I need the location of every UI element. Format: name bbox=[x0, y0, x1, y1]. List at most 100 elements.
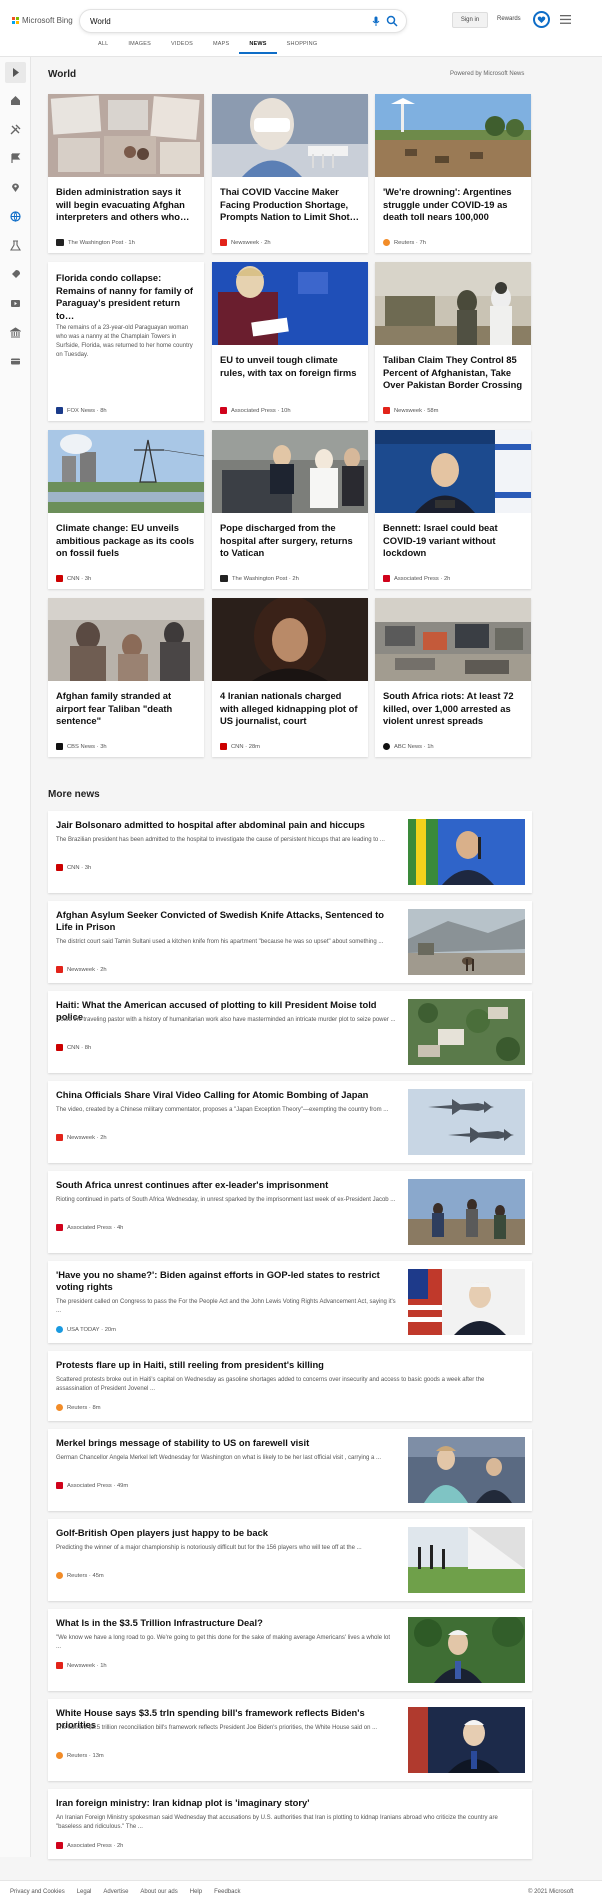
news-item-title[interactable]: What Is in the $3.5 Trillion Infrastruct… bbox=[56, 1617, 396, 1629]
news-list-item[interactable]: Haiti: What the American accused of plot… bbox=[48, 991, 532, 1073]
news-list-item[interactable]: 'Have you no shame?': Biden against effo… bbox=[48, 1261, 532, 1343]
news-list-item[interactable]: Iran foreign ministry: Iran kidnap plot … bbox=[48, 1789, 532, 1859]
news-list-item[interactable]: White House says $3.5 trln spending bill… bbox=[48, 1699, 532, 1781]
footer-link-about-ads[interactable]: About our ads bbox=[140, 1889, 177, 1895]
news-card-source: The Washington Post · 1h bbox=[56, 239, 135, 246]
bank-icon[interactable] bbox=[10, 327, 21, 338]
news-card[interactable]: Taliban Claim They Control 85 Percent of… bbox=[375, 262, 531, 421]
news-item-source: USA TODAY · 20m bbox=[56, 1326, 116, 1333]
sidebar-expand-button[interactable] bbox=[5, 62, 26, 83]
news-card[interactable]: South Africa riots: At least 72 killed, … bbox=[375, 598, 531, 757]
news-card[interactable]: Pope discharged from the hospital after … bbox=[212, 430, 368, 589]
source-name: Newsweek bbox=[67, 966, 96, 973]
top-bar: Microsoft Bing Sign in Rewards All Image… bbox=[0, 0, 602, 56]
footer-link-feedback[interactable]: Feedback bbox=[214, 1889, 240, 1895]
tab-all[interactable]: All bbox=[88, 38, 118, 54]
news-item-source: Reuters · 8m bbox=[56, 1404, 101, 1411]
news-list-item[interactable]: China Officials Share Viral Video Callin… bbox=[48, 1081, 532, 1163]
news-card-title[interactable]: Florida condo collapse: Remains of nanny… bbox=[56, 272, 196, 322]
hamburger-menu-icon[interactable] bbox=[560, 15, 571, 24]
news-card-title[interactable]: Thai COVID Vaccine Maker Facing Producti… bbox=[220, 186, 360, 224]
news-item-title[interactable]: 'Have you no shame?': Biden against effo… bbox=[56, 1269, 396, 1293]
page-footer: Privacy and Cookies Legal Advertise Abou… bbox=[0, 1880, 602, 1903]
footer-link-legal[interactable]: Legal bbox=[77, 1889, 92, 1895]
footer-link-advertise[interactable]: Advertise bbox=[103, 1889, 128, 1895]
search-box[interactable] bbox=[80, 10, 406, 32]
news-card-title[interactable]: Afghan family stranded at airport fear T… bbox=[56, 690, 196, 728]
news-card-source: Reuters · 7h bbox=[383, 239, 426, 246]
news-card[interactable]: 'We're drowning': Argentines struggle un… bbox=[375, 94, 531, 253]
news-thumbnail bbox=[408, 819, 525, 885]
news-item-description: German Chancellor Angela Merkel left Wed… bbox=[56, 1455, 382, 1461]
news-list-item[interactable]: Merkel brings message of stability to US… bbox=[48, 1429, 532, 1511]
news-thumbnail bbox=[408, 1527, 525, 1593]
source-time: 3h bbox=[84, 864, 92, 871]
news-item-title[interactable]: China Officials Share Viral Video Callin… bbox=[56, 1089, 396, 1101]
news-item-source: Newsweek · 1h bbox=[56, 1662, 107, 1669]
news-list-item[interactable]: Afghan Asylum Seeker Convicted of Swedis… bbox=[48, 901, 532, 983]
news-item-title[interactable]: South Africa unrest continues after ex-l… bbox=[56, 1179, 396, 1191]
news-card-title[interactable]: South Africa riots: At least 72 killed, … bbox=[383, 690, 523, 728]
news-item-title[interactable]: Iran foreign ministry: Iran kidnap plot … bbox=[56, 1797, 516, 1809]
money-icon[interactable] bbox=[10, 356, 21, 367]
tab-maps[interactable]: Maps bbox=[203, 38, 239, 54]
tab-shopping[interactable]: Shopping bbox=[277, 38, 328, 54]
tab-images[interactable]: Images bbox=[118, 38, 161, 54]
news-card[interactable]: 4 Iranian nationals charged with alleged… bbox=[212, 598, 368, 757]
source-name: Associated Press bbox=[67, 1842, 112, 1849]
home-icon[interactable] bbox=[10, 95, 21, 106]
news-card-title[interactable]: Climate change: EU unveils ambitious pac… bbox=[56, 522, 196, 560]
news-item-title[interactable]: Golf-British Open players just happy to … bbox=[56, 1527, 396, 1539]
sign-in-button[interactable]: Sign in bbox=[452, 12, 488, 28]
news-item-title[interactable]: Merkel brings message of stability to US… bbox=[56, 1437, 396, 1449]
news-card[interactable]: Bennett: Israel could beat COVID-19 vari… bbox=[375, 430, 531, 589]
news-card-title[interactable]: 4 Iranian nationals charged with alleged… bbox=[220, 690, 360, 728]
news-card[interactable]: EU to unveil tough climate rules, with t… bbox=[212, 262, 368, 421]
search-input[interactable] bbox=[90, 14, 340, 28]
source-name: Associated Press bbox=[67, 1224, 112, 1231]
science-icon[interactable] bbox=[10, 240, 21, 251]
tools-icon[interactable] bbox=[10, 124, 21, 135]
rocket-icon[interactable] bbox=[10, 269, 21, 280]
news-item-title[interactable]: Jair Bolsonaro admitted to hospital afte… bbox=[56, 819, 396, 831]
news-card[interactable]: Florida condo collapse: Remains of nanny… bbox=[48, 262, 204, 421]
news-card[interactable]: Thai COVID Vaccine Maker Facing Producti… bbox=[212, 94, 368, 253]
bing-logo[interactable]: Microsoft Bing bbox=[12, 16, 73, 25]
globe-icon[interactable] bbox=[10, 211, 21, 222]
search-icon[interactable] bbox=[386, 15, 398, 27]
news-item-description: Scattered protests broke out in Haiti's … bbox=[56, 1377, 485, 1392]
rewards-badge-icon[interactable] bbox=[533, 11, 550, 28]
source-time: 4h bbox=[116, 1224, 124, 1231]
news-list-item[interactable]: Protests flare up in Haiti, still reelin… bbox=[48, 1351, 532, 1421]
tab-videos[interactable]: Videos bbox=[161, 38, 203, 54]
header-divider bbox=[0, 56, 602, 57]
news-card[interactable]: Afghan family stranded at airport fear T… bbox=[48, 598, 204, 757]
location-icon[interactable] bbox=[10, 182, 21, 193]
news-card-title[interactable]: Biden administration says it will begin … bbox=[56, 186, 196, 224]
source-name: CNN bbox=[67, 864, 80, 871]
news-card-source: Associated Press · 2h bbox=[383, 575, 450, 582]
news-card-title[interactable]: Pope discharged from the hospital after … bbox=[220, 522, 360, 560]
footer-link-privacy[interactable]: Privacy and Cookies bbox=[10, 1889, 65, 1895]
news-card-title[interactable]: Taliban Claim They Control 85 Percent of… bbox=[383, 354, 523, 392]
news-image bbox=[212, 262, 368, 345]
news-card[interactable]: Biden administration says it will begin … bbox=[48, 94, 204, 253]
news-card-title[interactable]: Bennett: Israel could beat COVID-19 vari… bbox=[383, 522, 523, 560]
news-card[interactable]: Climate change: EU unveils ambitious pac… bbox=[48, 430, 204, 589]
news-item-title[interactable]: Protests flare up in Haiti, still reelin… bbox=[56, 1359, 516, 1371]
news-item-description: "We know we have a long road to go. We'r… bbox=[56, 1635, 391, 1650]
tab-news[interactable]: News bbox=[239, 38, 277, 54]
news-list-item[interactable]: Jair Bolsonaro admitted to hospital afte… bbox=[48, 811, 532, 893]
microphone-icon[interactable] bbox=[370, 15, 382, 27]
news-item-title[interactable]: Afghan Asylum Seeker Convicted of Swedis… bbox=[56, 909, 396, 933]
news-list-item[interactable]: What Is in the $3.5 Trillion Infrastruct… bbox=[48, 1609, 532, 1691]
news-card-title[interactable]: 'We're drowning': Argentines struggle un… bbox=[383, 186, 523, 224]
entertainment-icon[interactable] bbox=[10, 298, 21, 309]
news-card-title[interactable]: EU to unveil tough climate rules, with t… bbox=[220, 354, 360, 379]
rewards-link[interactable]: Rewards bbox=[497, 16, 521, 22]
news-list-item[interactable]: Golf-British Open players just happy to … bbox=[48, 1519, 532, 1601]
news-card-source: CNN · 3h bbox=[56, 575, 91, 582]
news-list-item[interactable]: South Africa unrest continues after ex-l… bbox=[48, 1171, 532, 1253]
flag-icon[interactable] bbox=[10, 153, 21, 164]
footer-link-help[interactable]: Help bbox=[190, 1889, 202, 1895]
